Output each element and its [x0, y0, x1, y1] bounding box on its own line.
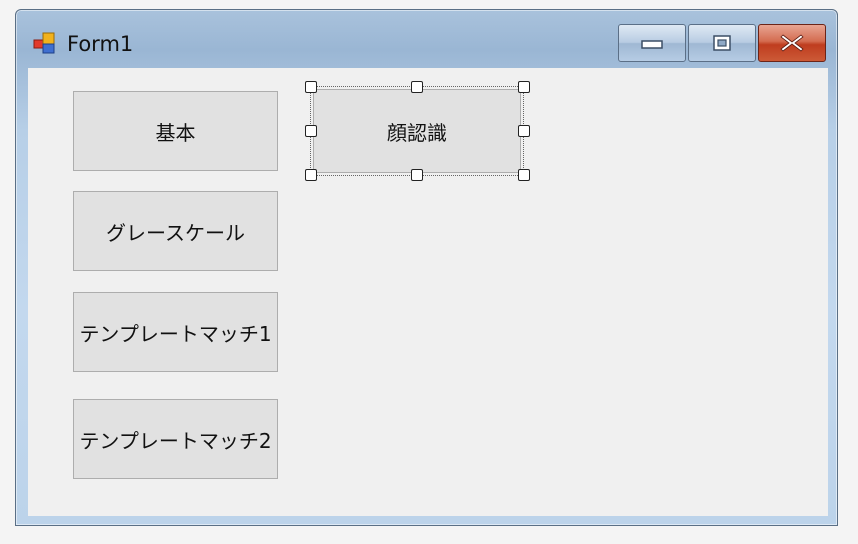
resize-handle-bottom-right[interactable] [518, 169, 530, 181]
resize-handle-top-right[interactable] [518, 81, 530, 93]
resize-handle-bottom-left[interactable] [305, 169, 317, 181]
grayscale-button[interactable]: グレースケール [73, 191, 278, 271]
minimize-icon [641, 40, 663, 49]
form-window: Form1 基本 グレースケール テンプレートマッチ1 テンプレートマッチ2 顔… [15, 9, 838, 526]
maximize-icon [713, 35, 731, 51]
template-match-1-button[interactable]: テンプレートマッチ1 [73, 292, 278, 372]
maximize-button[interactable] [688, 24, 756, 62]
face-recognition-button[interactable]: 顔認識 [313, 89, 521, 173]
title-bar[interactable]: Form1 [16, 10, 837, 68]
template-match-2-button[interactable]: テンプレートマッチ2 [73, 399, 278, 479]
basic-button[interactable]: 基本 [73, 91, 278, 171]
form-client-area: 基本 グレースケール テンプレートマッチ1 テンプレートマッチ2 顔認識 [28, 68, 828, 516]
window-title: Form1 [67, 32, 134, 56]
minimize-button[interactable] [618, 24, 686, 62]
resize-handle-bottom[interactable] [411, 169, 423, 181]
resize-handle-left[interactable] [305, 125, 317, 137]
resize-handle-top-left[interactable] [305, 81, 317, 93]
form-app-icon [33, 32, 55, 54]
close-icon [780, 34, 804, 52]
resize-handle-top[interactable] [411, 81, 423, 93]
resize-handle-right[interactable] [518, 125, 530, 137]
close-button[interactable] [758, 24, 826, 62]
